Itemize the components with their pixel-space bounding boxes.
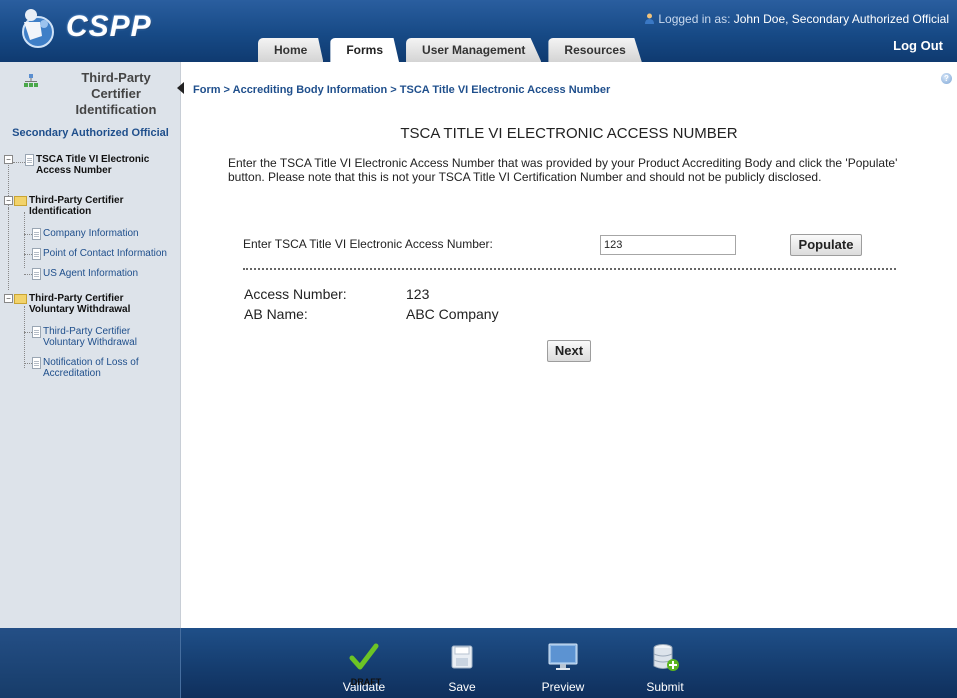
tree-node-voluntary-withdrawal-folder[interactable]: − Third-Party Certifier Voluntary Withdr… bbox=[4, 293, 159, 315]
folder-icon bbox=[14, 196, 27, 206]
tree-label: Third-Party Certifier Voluntary Withdraw… bbox=[29, 293, 131, 315]
collapse-toggle-icon[interactable]: − bbox=[4, 155, 13, 164]
save-button[interactable]: Save bbox=[432, 634, 492, 696]
tree-connector bbox=[8, 208, 9, 290]
document-icon bbox=[25, 154, 34, 166]
database-add-icon bbox=[653, 644, 679, 671]
org-chart-icon bbox=[24, 74, 38, 87]
tree-label: Notification of Loss of Accreditation bbox=[43, 357, 139, 379]
save-label: Save bbox=[448, 680, 476, 694]
tree-label: Third-Party Certifier Voluntary Withdraw… bbox=[43, 326, 137, 348]
tree-connector bbox=[24, 234, 32, 235]
tree-node-us-agent[interactable]: US Agent Information bbox=[24, 268, 138, 280]
submit-label: Submit bbox=[646, 680, 684, 694]
monitor-icon bbox=[548, 643, 578, 670]
tree-label: Third-Party Certifier Identification bbox=[29, 195, 124, 217]
access-number-value: 123 bbox=[406, 286, 430, 302]
logout-link[interactable]: Log Out bbox=[893, 38, 943, 53]
tree-node-voluntary-withdrawal[interactable]: Third-Party Certifier Voluntary Withdraw… bbox=[24, 326, 155, 348]
document-icon bbox=[32, 268, 41, 280]
logged-in-label: Logged in as: bbox=[658, 12, 731, 26]
tree-connector bbox=[24, 274, 32, 275]
footer-toolbar: Validate Save Preview Submit bbox=[0, 628, 957, 698]
logged-in-status: Logged in as: John Doe, Secondary Author… bbox=[644, 12, 949, 26]
tree-node-access-number[interactable]: − TSCA Title VI Electronic Access Number bbox=[4, 154, 168, 176]
cspp-logo: CSPP bbox=[14, 6, 151, 48]
tab-home[interactable]: Home bbox=[258, 38, 324, 62]
preview-label: Preview bbox=[541, 680, 585, 694]
tree-label: Company Information bbox=[43, 228, 139, 239]
ab-name-label: AB Name: bbox=[244, 306, 308, 322]
logo-text: CSPP bbox=[66, 10, 152, 43]
tree-connector bbox=[24, 254, 32, 255]
checkmark-icon bbox=[349, 643, 379, 670]
access-number-input[interactable] bbox=[600, 235, 736, 255]
tab-user-management[interactable]: User Management bbox=[406, 38, 542, 62]
tree-node-company-information[interactable]: Company Information bbox=[24, 228, 139, 240]
sidebar: Third-Party Certifier Identification Sec… bbox=[0, 62, 184, 628]
tree-connector bbox=[24, 363, 32, 364]
preview-button[interactable]: Preview bbox=[533, 634, 593, 696]
tree-connector bbox=[13, 162, 25, 163]
tree-node-loss-of-accreditation[interactable]: Notification of Loss of Accreditation bbox=[24, 357, 155, 379]
next-button[interactable]: Next bbox=[547, 340, 591, 362]
app-window: CSPP Logged in as: John Doe, Secondary A… bbox=[0, 0, 957, 698]
breadcrumb[interactable]: Form > Accrediting Body Information > TS… bbox=[193, 84, 610, 96]
submit-button[interactable]: Submit bbox=[635, 634, 695, 696]
floppy-disk-icon bbox=[451, 645, 473, 669]
access-number-label: Access Number: bbox=[244, 286, 347, 302]
logo-figure-icon bbox=[22, 9, 54, 48]
access-number-field-label: Enter TSCA Title VI Electronic Access Nu… bbox=[243, 237, 493, 251]
collapse-toggle-icon[interactable]: − bbox=[4, 196, 13, 205]
instructions-text: Enter the TSCA Title VI Electronic Acces… bbox=[228, 156, 898, 184]
tree-label: US Agent Information bbox=[43, 268, 139, 279]
tab-forms[interactable]: Forms bbox=[330, 38, 400, 62]
document-icon bbox=[32, 228, 41, 240]
tab-resources[interactable]: Resources bbox=[548, 38, 642, 62]
logged-in-user: John Doe, Secondary Authorized Official bbox=[733, 12, 949, 26]
help-icon[interactable]: ? bbox=[941, 73, 952, 84]
folder-icon bbox=[14, 294, 27, 304]
tree-connector bbox=[24, 332, 32, 333]
tree-node-certifier-identification[interactable]: − Third-Party Certifier Identification bbox=[4, 195, 169, 217]
document-icon bbox=[32, 357, 41, 369]
header-bar: CSPP Logged in as: John Doe, Secondary A… bbox=[0, 0, 957, 62]
main-tabs: Home Forms User Management Resources bbox=[258, 38, 649, 62]
tree-node-point-of-contact[interactable]: Point of Contact Information bbox=[24, 248, 167, 260]
tree-label: TSCA Title VI Electronic Access Number bbox=[36, 154, 150, 176]
form-tree: − TSCA Title VI Electronic Access Number… bbox=[4, 152, 179, 392]
ab-name-value: ABC Company bbox=[406, 306, 499, 322]
document-icon bbox=[32, 248, 41, 260]
collapse-toggle-icon[interactable]: − bbox=[4, 294, 13, 303]
footer-left-panel bbox=[0, 628, 181, 698]
document-icon bbox=[32, 326, 41, 338]
tree-label: Point of Contact Information bbox=[43, 248, 167, 259]
page-title: TSCA TITLE VI ELECTRONIC ACCESS NUMBER bbox=[400, 125, 738, 142]
collapse-sidebar-arrow-icon[interactable] bbox=[177, 82, 184, 94]
user-icon bbox=[645, 13, 654, 24]
sidebar-title: Third-Party Certifier Identification bbox=[75, 70, 157, 117]
dotted-separator bbox=[243, 268, 896, 270]
populate-button[interactable]: Populate bbox=[790, 234, 862, 256]
sidebar-role: Secondary Authorized Official bbox=[12, 127, 169, 139]
draft-watermark: DRAFT bbox=[350, 677, 382, 687]
